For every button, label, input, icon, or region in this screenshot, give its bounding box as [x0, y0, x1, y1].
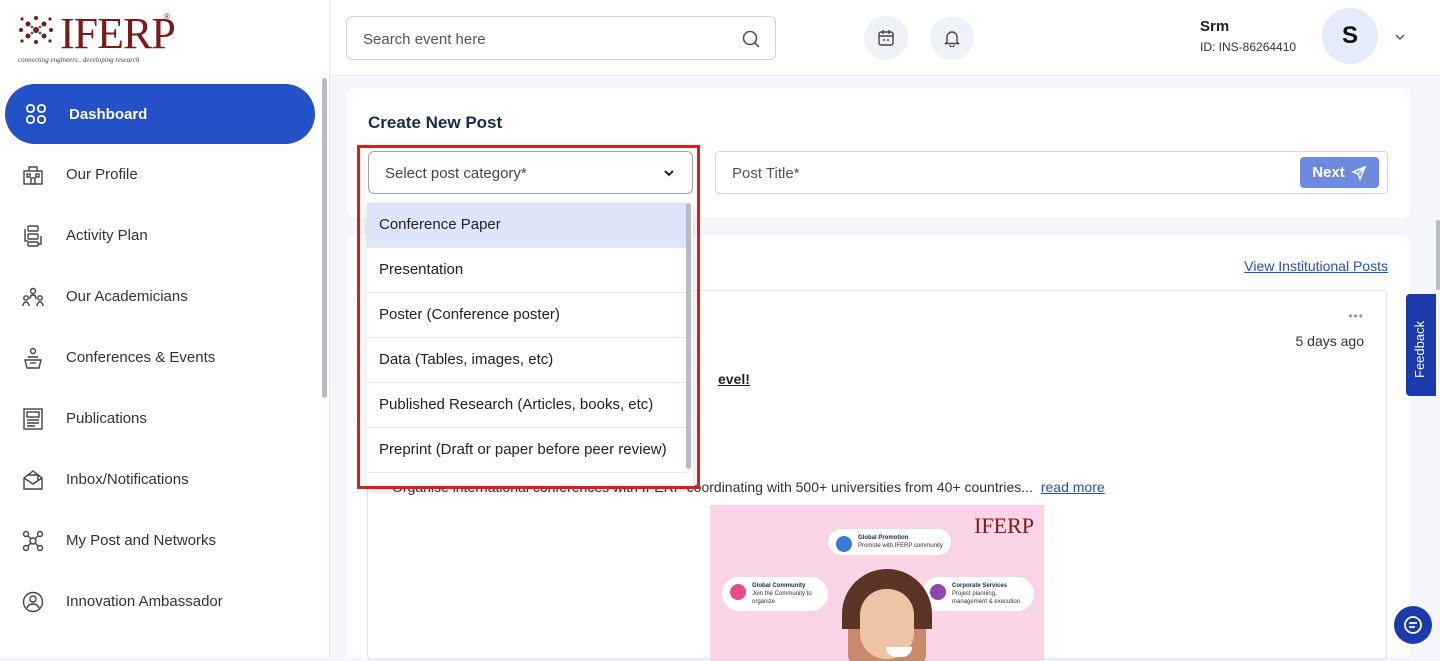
sidebar-item-label: My Post and Networks [66, 532, 217, 549]
ambassador-icon [22, 591, 44, 613]
sidebar-scrollbar[interactable] [322, 78, 327, 398]
sidebar-item-label: Our Academicians [66, 288, 188, 305]
sidebar-nav: Dashboard Our Profile Activity Plan Our … [0, 84, 330, 632]
banner-pill-corporate-services: Corporate Services Project planning, mana… [922, 577, 1034, 611]
feedback-tab[interactable]: Feedback [1406, 294, 1436, 396]
sidebar-item-label: Our Profile [66, 166, 138, 183]
search-placeholder: Search event here [363, 31, 486, 48]
post-headline[interactable]: evel! [718, 371, 750, 387]
sidebar-item-dashboard[interactable]: Dashboard [5, 84, 315, 144]
banner-pill-global-promotion: Global Promotion Promote with IFERP commu… [828, 529, 951, 555]
post-title-placeholder: Post Title* [732, 165, 800, 182]
mail-icon [22, 469, 44, 491]
banner-pill-global-community: Global Community Join the Community to or… [722, 577, 828, 611]
search-input[interactable]: Search event here [346, 16, 776, 60]
sidebar-item-innovation-ambassador[interactable]: Innovation Ambassador [0, 571, 330, 632]
feedback-label: Feedback [1412, 320, 1427, 378]
building-icon [22, 164, 44, 186]
next-label: Next [1312, 164, 1345, 181]
post-category-placeholder: Select post category* [385, 165, 527, 182]
network-icon [22, 530, 44, 552]
search-icon[interactable] [741, 29, 761, 54]
logo-globe-icon [19, 16, 53, 44]
category-option-poster[interactable]: Poster (Conference poster) [367, 293, 687, 338]
category-option-preprint[interactable]: Preprint (Draft or paper before peer rev… [367, 428, 687, 473]
send-icon [1350, 165, 1367, 181]
chat-button[interactable] [1394, 606, 1432, 644]
create-post-card: Create New Post Select post category* Po… [347, 88, 1410, 218]
notification-button[interactable] [930, 16, 974, 60]
post-category-select[interactable]: Select post category* [368, 151, 693, 194]
chevron-down-icon [662, 166, 676, 185]
calendar-button[interactable] [864, 16, 908, 60]
people-icon [930, 584, 946, 600]
bell-icon [943, 31, 961, 47]
avatar[interactable]: S [1322, 8, 1378, 64]
post-title-input[interactable]: Post Title* Next [715, 151, 1388, 194]
sidebar-item-our-profile[interactable]: Our Profile [0, 144, 330, 205]
users-icon [22, 286, 44, 308]
flowchart-icon [22, 224, 44, 247]
create-post-title: Create New Post [368, 113, 503, 132]
post-banner-image[interactable]: IFERP Global Promotion Promote with IFERP… [710, 505, 1044, 661]
sidebar-item-inbox-notifications[interactable]: Inbox/Notifications [0, 449, 330, 510]
sidebar-item-publications[interactable]: Publications [0, 388, 330, 449]
category-option-published-research[interactable]: Published Research (Articles, books, etc… [367, 383, 687, 428]
dropdown-scrollbar[interactable] [686, 203, 691, 469]
next-button[interactable]: Next [1300, 157, 1379, 188]
calendar-icon [878, 30, 894, 46]
user-id: ID: INS-86264410 [1200, 40, 1297, 54]
sidebar-item-our-academicians[interactable]: Our Academicians [0, 266, 330, 327]
post-category-dropdown: Conference Paper Presentation Poster (Co… [367, 203, 693, 489]
brand-logo[interactable]: IFERP ® connecting engineers.. developin… [12, 10, 182, 68]
document-icon [22, 407, 44, 430]
podium-icon [22, 347, 44, 369]
sidebar-item-activity-plan[interactable]: Activity Plan [0, 205, 330, 266]
sidebar: IFERP ® connecting engineers.. developin… [0, 0, 330, 657]
page-scrollbar[interactable] [1436, 220, 1440, 290]
read-more-link[interactable]: read more [1041, 479, 1105, 495]
category-option-question[interactable]: Question [367, 473, 687, 489]
chat-icon [1404, 616, 1422, 634]
dashboard-icon [25, 103, 47, 125]
globe-icon [836, 536, 852, 552]
star-icon [730, 584, 746, 600]
sidebar-item-label: Inbox/Notifications [66, 471, 189, 488]
sidebar-item-my-post-networks[interactable]: My Post and Networks [0, 510, 330, 571]
banner-woman-photo [842, 569, 932, 661]
sidebar-item-label: Activity Plan [66, 227, 148, 244]
chevron-down-icon[interactable] [1393, 30, 1407, 49]
banner-logo: IFERP [974, 513, 1034, 538]
brand-registered: ® [164, 12, 170, 21]
category-option-presentation[interactable]: Presentation [367, 248, 687, 293]
sidebar-item-label: Conferences & Events [66, 349, 216, 366]
sidebar-item-label: Dashboard [69, 105, 148, 123]
category-option-data[interactable]: Data (Tables, images, etc) [367, 338, 687, 383]
sidebar-item-label: Innovation Ambassador [66, 593, 223, 610]
view-institutional-posts-link[interactable]: View Institutional Posts [1244, 258, 1388, 274]
user-name: Srm [1200, 18, 1230, 35]
sidebar-item-label: Publications [66, 410, 147, 427]
more-options-icon[interactable]: ••• [1348, 309, 1364, 323]
sidebar-item-conferences-events[interactable]: Conferences & Events [0, 327, 330, 388]
top-bar: Search event here Srm ID: INS-86264410 S [331, 0, 1440, 76]
brand-tagline: connecting engineers.. developing resear… [18, 56, 140, 64]
post-time-ago: 5 days ago [1295, 333, 1365, 349]
brand-name: IFERP [60, 9, 176, 58]
category-option-conference-paper[interactable]: Conference Paper [367, 203, 687, 248]
